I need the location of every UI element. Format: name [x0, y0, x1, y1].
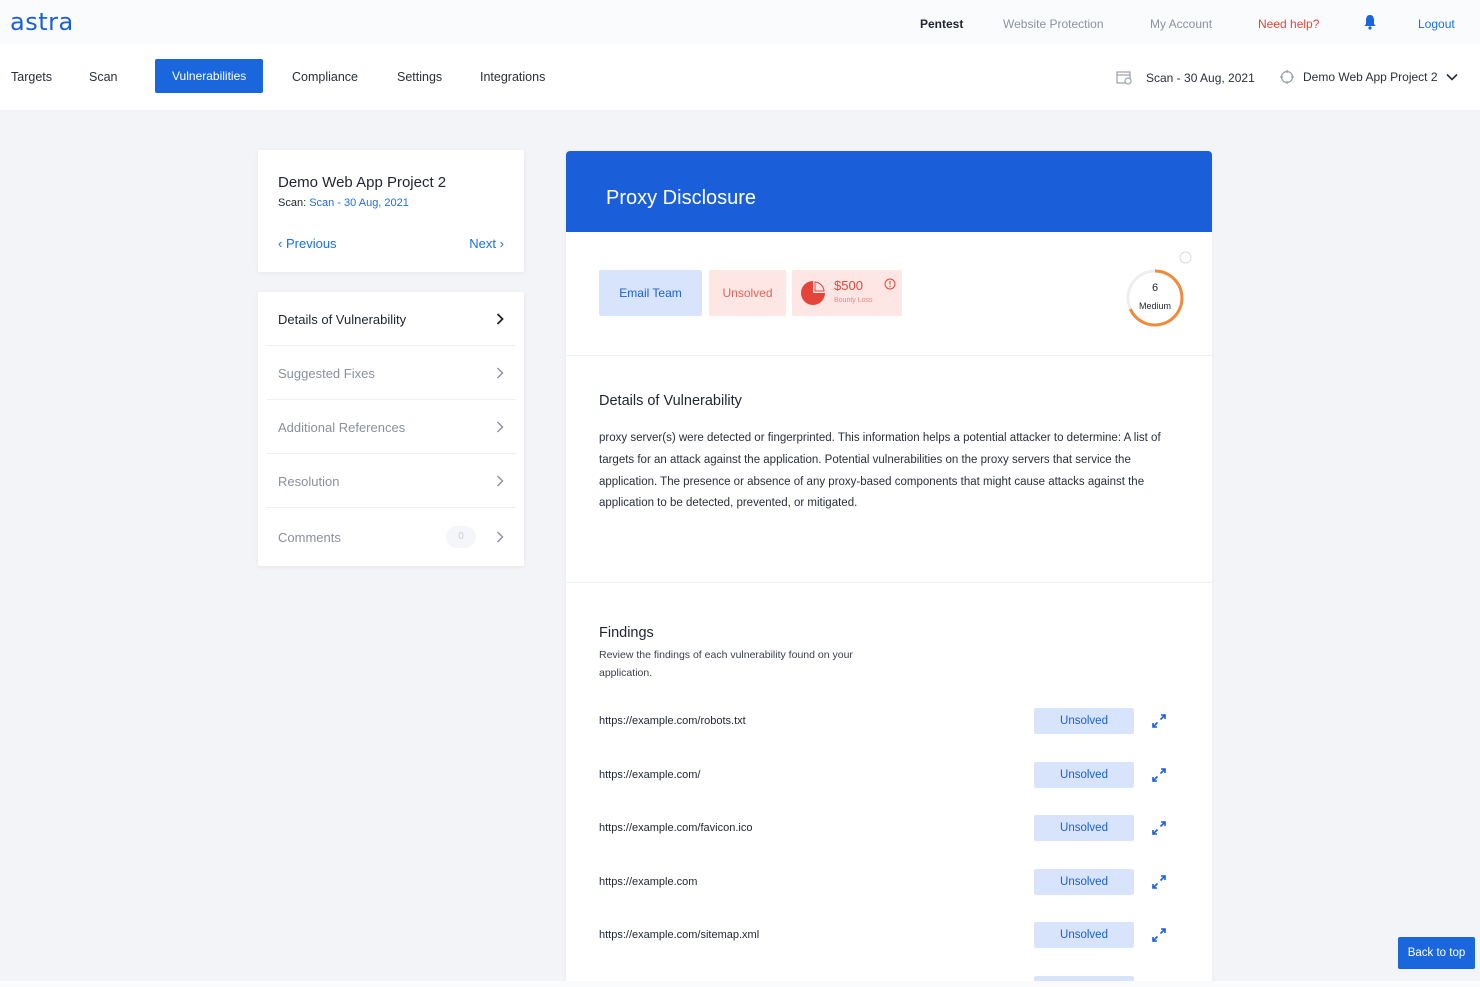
finding-status-button[interactable]: Unsolved: [1034, 869, 1134, 895]
finding-row: https://example.com Unsolved: [566, 863, 1212, 903]
nav-compliance[interactable]: Compliance: [292, 70, 358, 84]
chevron-right-icon: [497, 475, 504, 487]
scan-selector-label: Scan - 30 Aug, 2021: [1146, 70, 1255, 85]
details-section: Details of Vulnerability proxy server(s)…: [566, 356, 1212, 583]
nav-vulnerabilities[interactable]: Vulnerabilities: [155, 59, 264, 93]
scan-calendar-icon: [1116, 71, 1132, 85]
top-link-need-help[interactable]: Need help?: [1258, 17, 1319, 31]
bounty-label: Bounty Loss: [834, 297, 873, 304]
project-selector-label: Demo Web App Project 2: [1303, 70, 1438, 84]
back-to-top-button[interactable]: Back to top: [1398, 937, 1475, 969]
page-bottom-edge: [0, 981, 1480, 987]
severity-ring: [1126, 269, 1184, 327]
nav-integrations[interactable]: Integrations: [480, 70, 545, 84]
status-button[interactable]: Unsolved: [709, 270, 786, 316]
menu-item-suggested-fixes[interactable]: Suggested Fixes: [266, 346, 516, 400]
finding-url[interactable]: https://example.com/favicon.ico: [599, 822, 752, 834]
chevron-down-icon: [1445, 73, 1458, 81]
details-text: proxy server(s) were detected or fingerp…: [599, 432, 1161, 510]
chevron-right-icon: [497, 367, 504, 379]
project-scan-link[interactable]: Scan - 30 Aug, 2021: [309, 197, 409, 209]
top-link-my-account[interactable]: My Account: [1150, 17, 1212, 31]
previous-link[interactable]: ‹ Previous: [278, 236, 337, 251]
chevron-right-icon: ›: [499, 236, 504, 251]
finding-url[interactable]: https://example.com/robots.txt: [599, 715, 746, 727]
menu-item-details[interactable]: Details of Vulnerability: [266, 292, 516, 346]
details-title: Details of Vulnerability: [599, 393, 742, 409]
chevron-right-icon: [496, 313, 504, 325]
findings-subtitle: Review the findings of each vulnerabilit…: [599, 649, 853, 679]
finding-url[interactable]: https://example.com/: [599, 769, 701, 781]
finding-status-button[interactable]: Unsolved: [1034, 708, 1134, 734]
project-selector[interactable]: Demo Web App Project 2: [1280, 70, 1458, 84]
menu-item-label: Suggested Fixes: [278, 366, 375, 381]
next-label: Next: [469, 236, 497, 251]
info-icon[interactable]: [884, 278, 896, 290]
previous-label: Previous: [285, 236, 337, 251]
target-icon: [1280, 70, 1294, 84]
project-scan: Scan: Scan - 30 Aug, 2021: [278, 197, 409, 209]
comment-count-badge: 0: [446, 526, 476, 548]
menu-item-comments[interactable]: Comments 0: [266, 510, 516, 564]
bounty-amount: $500: [834, 278, 863, 293]
expand-icon[interactable]: [1151, 820, 1167, 836]
finding-row: https://example.com/favicon.ico Unsolved: [566, 809, 1212, 849]
panel-header: Proxy Disclosure: [566, 151, 1212, 232]
menu-item-resolution[interactable]: Resolution: [266, 454, 516, 508]
vulnerability-title: Proxy Disclosure: [606, 187, 757, 209]
expand-icon[interactable]: [1151, 767, 1167, 783]
main-nav: Targets Scan Vulnerabilities Compliance …: [0, 44, 1480, 110]
severity-label: Medium: [1138, 301, 1171, 311]
severity-number: 6: [1151, 282, 1159, 294]
vulnerability-panel: Proxy Disclosure Email Team Unsolved $50…: [566, 151, 1212, 987]
top-link-logout[interactable]: Logout: [1418, 17, 1455, 31]
severity-score: 6 Medium: [1125, 268, 1185, 328]
project-title: Demo Web App Project 2: [278, 174, 447, 191]
finding-row: https://example.com/sitemap.xml Unsolved: [566, 916, 1212, 956]
actions-row: Email Team Unsolved $500 Bounty Loss: [566, 232, 1212, 356]
next-link[interactable]: Next ›: [469, 236, 504, 251]
top-link-pentest[interactable]: Pentest: [920, 17, 963, 31]
finding-url[interactable]: https://example.com: [599, 876, 697, 888]
email-team-button[interactable]: Email Team: [599, 270, 702, 316]
chevron-right-icon: [497, 531, 504, 543]
scan-selector[interactable]: Scan - 30 Aug, 2021: [1116, 70, 1255, 85]
nav-scan[interactable]: Scan: [89, 70, 118, 84]
expand-icon[interactable]: [1151, 713, 1167, 729]
astra-logo[interactable]: astra: [10, 8, 74, 36]
finding-row: https://example.com/robots.txt Unsolved: [566, 702, 1212, 742]
project-scan-label: Scan:: [278, 197, 307, 209]
finding-status-button[interactable]: Unsolved: [1034, 815, 1134, 841]
top-bar: astra Pentest Website Protection My Acco…: [0, 0, 1480, 44]
bounty-loss-badge: $500 Bounty Loss: [792, 270, 902, 316]
finding-status-button[interactable]: Unsolved: [1034, 922, 1134, 948]
vulnerability-menu: Details of Vulnerability Suggested Fixes…: [258, 292, 524, 566]
pie-chart-icon: [801, 281, 825, 305]
expand-icon[interactable]: [1151, 927, 1167, 943]
bell-icon[interactable]: [1363, 14, 1377, 30]
finding-row: https://example.com/ Unsolved: [566, 756, 1212, 796]
menu-item-label: Details of Vulnerability: [278, 312, 407, 327]
chevron-right-icon: [497, 421, 504, 433]
menu-item-label: Additional References: [278, 420, 406, 435]
menu-item-label: Resolution: [278, 474, 340, 489]
nav-targets[interactable]: Targets: [11, 70, 52, 84]
top-link-website-protection[interactable]: Website Protection: [1003, 17, 1104, 31]
menu-item-additional-references[interactable]: Additional References: [266, 400, 516, 454]
expand-icon[interactable]: [1151, 874, 1167, 890]
project-card: Demo Web App Project 2 Scan: Scan - 30 A…: [258, 150, 524, 272]
finding-url[interactable]: https://example.com/sitemap.xml: [599, 929, 759, 941]
finding-status-button[interactable]: Unsolved: [1034, 762, 1134, 788]
help-icon[interactable]: [1179, 251, 1192, 264]
nav-settings[interactable]: Settings: [397, 70, 442, 84]
chevron-left-icon: ‹: [278, 236, 283, 251]
menu-item-label: Comments: [278, 530, 341, 545]
findings-title: Findings: [599, 625, 654, 641]
